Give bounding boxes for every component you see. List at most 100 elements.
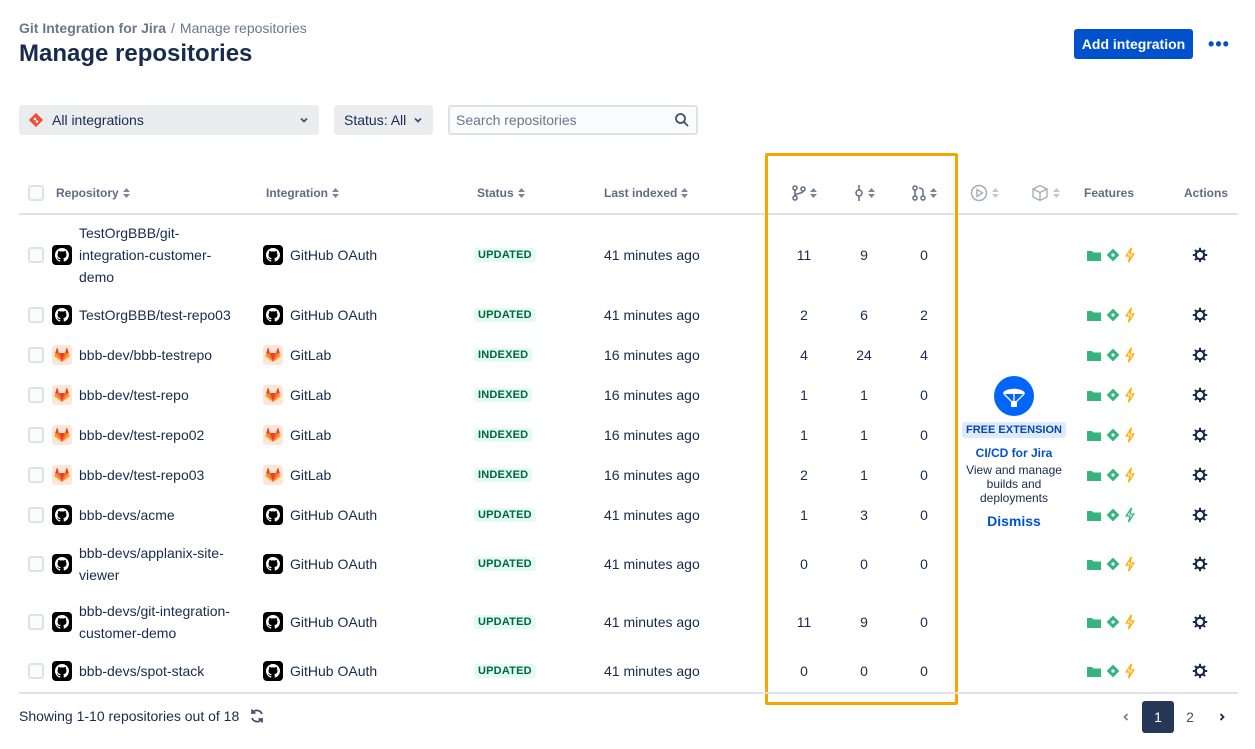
status-cell: UPDATED [474,495,536,535]
integration-name[interactable]: GitLab [290,427,331,443]
integration-name[interactable]: GitHub OAuth [290,614,377,630]
gear-icon[interactable] [1192,247,1208,263]
pagination: 1 2 [1110,701,1238,733]
column-integration[interactable]: Integration [266,172,339,213]
commit-icon [855,184,863,201]
branches-count: 1 [800,427,808,443]
gear-icon[interactable] [1192,556,1208,572]
integration-cell: GitLab [263,375,331,415]
last-indexed-cell: 41 minutes ago [604,663,700,679]
repository-name[interactable]: bbb-devs/git-integration-customer-demo [79,600,239,644]
integration-filter-select[interactable]: All integrations [19,105,319,135]
branches-count: 1 [800,387,808,403]
gear-icon[interactable] [1192,614,1208,630]
breadcrumb-app-link[interactable]: Git Integration for Jira [19,20,166,36]
gear-icon[interactable] [1192,467,1208,483]
row-checkbox[interactable] [28,507,44,523]
integration-name[interactable]: GitHub OAuth [290,663,377,679]
folder-icon [1087,391,1101,401]
column-commits[interactable] [854,172,875,213]
row-checkbox[interactable] [28,556,44,572]
commits-count: 1 [860,427,868,443]
repository-name[interactable]: bbb-dev/test-repo02 [79,424,239,446]
search-icon[interactable] [674,112,690,128]
row-checkbox-cell [28,495,44,535]
row-checkbox[interactable] [28,467,44,483]
integration-name[interactable]: GitHub OAuth [290,247,377,263]
integration-name[interactable]: GitLab [290,467,331,483]
pull-requests-count: 2 [920,307,928,323]
more-actions-button[interactable]: ••• [1206,29,1232,59]
integration-name[interactable]: GitHub OAuth [290,507,377,523]
search-input[interactable] [456,112,674,128]
page-2-button[interactable]: 2 [1174,701,1206,733]
repository-name[interactable]: bbb-devs/spot-stack [79,660,239,682]
add-integration-button[interactable]: Add integration [1074,29,1193,59]
integration-name[interactable]: GitLab [290,347,331,363]
next-page-button[interactable] [1206,701,1238,733]
column-last-indexed[interactable]: Last indexed [604,172,689,213]
repository-name[interactable]: TestOrgBBB/git-integration-customer-demo [79,222,239,288]
bolt-icon [1125,387,1135,403]
gear-icon[interactable] [1192,307,1208,323]
row-checkbox[interactable] [28,247,44,263]
promo-title[interactable]: CI/CD for Jira [958,446,1070,460]
parachute-icon [994,376,1034,416]
integration-name[interactable]: GitLab [290,387,331,403]
status-filter-select[interactable]: Status: All [334,105,433,135]
folder-icon [1087,431,1101,441]
repository-name[interactable]: bbb-dev/test-repo03 [79,464,239,486]
row-checkbox[interactable] [28,347,44,363]
gitlab-icon [263,345,283,365]
gear-icon[interactable] [1192,427,1208,443]
last-indexed-cell: 16 minutes ago [604,427,700,443]
repository-name[interactable]: bbb-devs/acme [79,504,239,526]
dismiss-link[interactable]: Dismiss [958,513,1070,529]
column-pull-requests[interactable] [912,172,937,213]
integration-cell: GitHub OAuth [263,651,377,691]
bolt-icon [1125,556,1135,572]
free-extension-badge: FREE EXTENSION [962,422,1066,438]
row-checkbox[interactable] [28,307,44,323]
gear-icon[interactable] [1192,347,1208,363]
gear-icon[interactable] [1192,507,1208,523]
bolt-icon [1125,507,1135,523]
row-checkbox[interactable] [28,427,44,443]
bolt-icon [1125,663,1135,679]
row-checkbox-cell [28,455,44,495]
folder-icon [1087,471,1101,481]
column-builds[interactable] [970,172,999,213]
chevron-left-icon [1123,713,1129,721]
page-1-button[interactable]: 1 [1142,701,1174,733]
git-diamond-icon [1106,308,1120,322]
column-deployments[interactable] [1031,172,1060,213]
status-badge: UPDATED [474,308,536,322]
features-cell [1087,593,1140,651]
column-status[interactable]: Status [477,172,525,213]
last-indexed-cell: 16 minutes ago [604,467,700,483]
last-indexed-cell: 41 minutes ago [604,556,700,572]
previous-page-button[interactable] [1110,701,1142,733]
select-all-checkbox[interactable] [28,184,44,201]
last-indexed-cell: 16 minutes ago [604,387,700,403]
repository-name[interactable]: bbb-devs/applanix-site-viewer [79,542,239,586]
branches-count: 11 [796,247,812,263]
gear-icon[interactable] [1192,663,1208,679]
row-checkbox[interactable] [28,614,44,630]
repository-name[interactable]: bbb-dev/test-repo [79,384,239,406]
row-checkbox[interactable] [28,387,44,403]
gear-icon[interactable] [1192,387,1208,403]
integration-name[interactable]: GitHub OAuth [290,556,377,572]
integration-name[interactable]: GitHub OAuth [290,307,377,323]
repository-name[interactable]: bbb-dev/bbb-testrepo [79,344,239,366]
refresh-icon[interactable] [249,708,265,724]
status-badge: UPDATED [474,615,536,629]
row-checkbox[interactable] [28,663,44,679]
commits-count: 0 [860,663,868,679]
table-row: bbb-devs/applanix-site-viewer GitHub OAu… [19,535,1238,593]
column-repository[interactable]: Repository [56,172,130,213]
repository-name[interactable]: TestOrgBBB/test-repo03 [79,304,239,326]
column-branches[interactable] [792,172,817,213]
commits-count: 9 [860,247,868,263]
status-badge: INDEXED [474,348,533,362]
